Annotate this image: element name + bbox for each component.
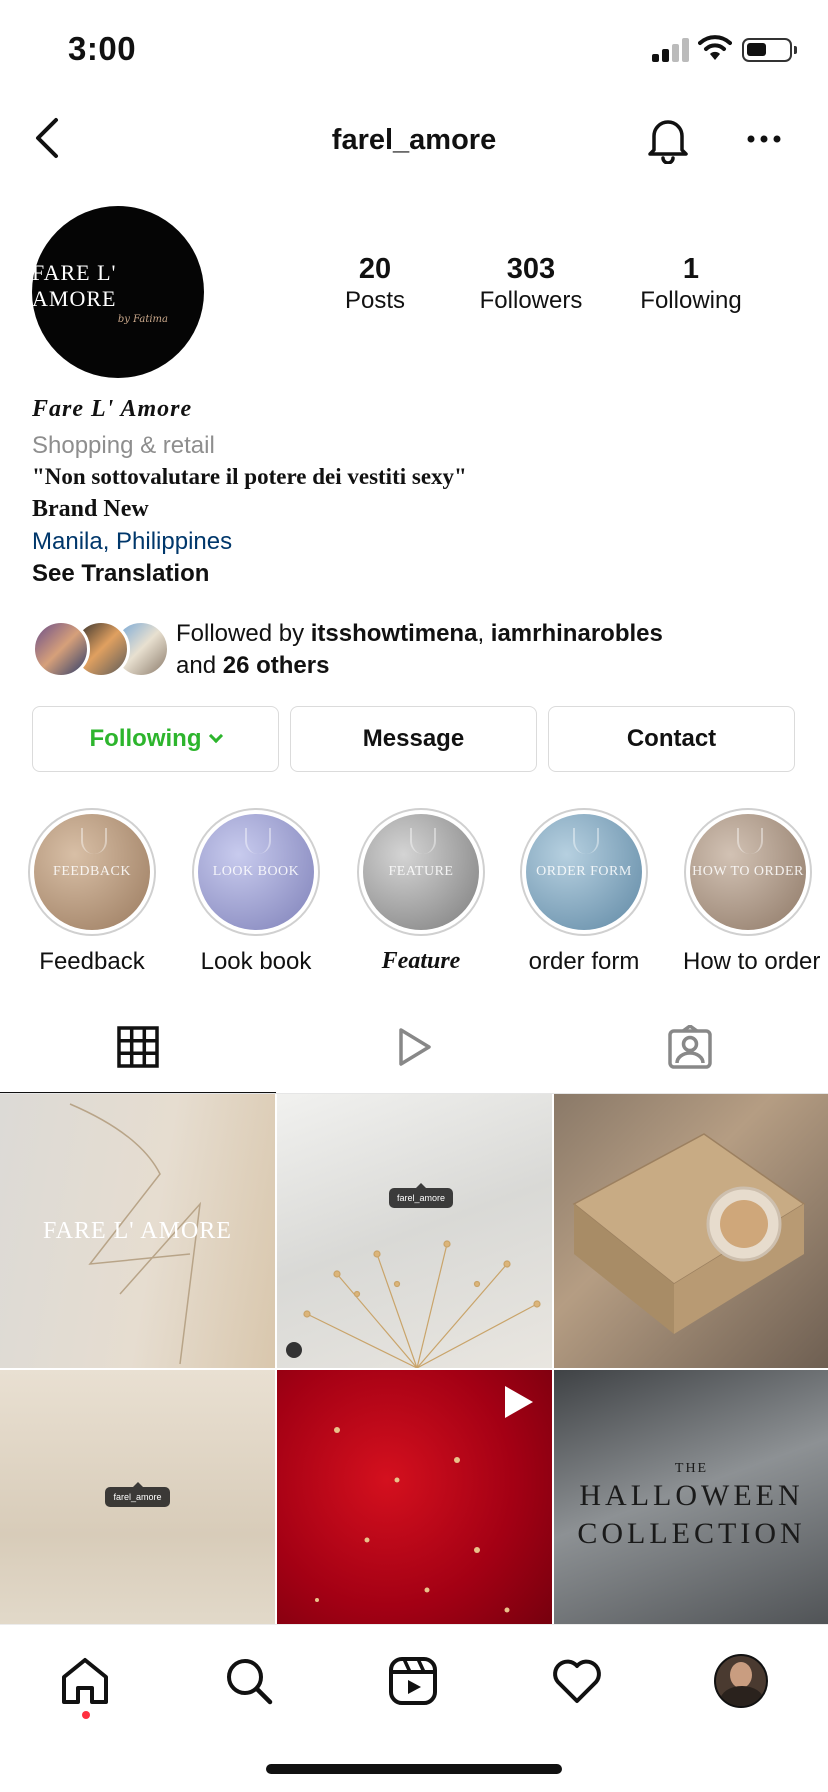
highlight-title: Feedback [39,948,145,975]
search-icon [227,1659,273,1705]
post-thumbnail[interactable] [554,1094,828,1368]
tab-reels[interactable] [276,1000,552,1094]
post-thumbnail[interactable]: THE HALLOWEEN COLLECTION [554,1370,828,1644]
cellular-signal-icon [652,38,692,62]
home-notification-dot [82,1711,90,1719]
highlight-ring: ORDER FORM [520,808,648,936]
tab-profile[interactable] [711,1651,771,1711]
bio-quote: "Non sottovalutare il potere dei vestiti… [32,464,467,489]
highlight-ring: FEEDBACK [28,808,156,936]
post-brand-text: FARE L' AMORE [43,1217,232,1244]
more-options-icon[interactable] [744,126,784,152]
reels-icon [389,1657,437,1705]
halloween-collection-text: THE HALLOWEEN COLLECTION [577,1461,805,1553]
followed-by-and: and [176,652,223,679]
tab-posts-grid[interactable] [0,1000,276,1094]
highlight-cover: HOW TO ORDER [690,814,806,930]
tab-reels-nav[interactable] [383,1651,443,1711]
highlight-cover: LOOK BOOK [198,814,314,930]
message-button[interactable]: Message [290,706,537,772]
highlight-title: Feature [381,948,461,974]
status-bar: 3:00 [0,0,828,100]
highlight-cover: FEEDBACK [34,814,150,930]
follower-avatar [32,620,90,678]
highlight-how-to-order[interactable]: HOW TO ORDER How to order [683,808,821,976]
home-icon [62,1658,108,1704]
highlight-cover: FEATURE [363,814,479,930]
avatar-signature: by Fatima [117,313,168,325]
followed-by-text: Followed by itsshowtimena, iamrhinaroble… [176,618,663,682]
tagged-user-label[interactable]: farel_amore [389,1183,454,1208]
profile-bio: Fare L' Amore Shopping & retail "Non sot… [32,396,812,592]
profile-content-tabs [0,1000,828,1094]
tab-home[interactable] [55,1651,115,1711]
highlight-look-book[interactable]: LOOK BOOK Look book [191,808,321,976]
halloween-the: THE [674,1461,709,1476]
highlight-title: How to order [683,948,821,975]
stat-followers-count: 303 [506,253,556,285]
profile-username: farel_amore [331,124,497,156]
profile-avatar[interactable]: FARE L' AMORE by Fatima [32,206,204,378]
stat-followers-label: Followers [479,287,583,314]
post-grid: FARE L' AMORE farel_amore farel_amore TH… [0,1094,828,1644]
followed-by-separator: , [477,620,491,647]
following-button[interactable]: Following [32,706,279,772]
wifi-icon [698,35,732,60]
followed-by-user2[interactable]: iamrhinarobles [491,620,663,647]
grid-icon [117,1026,159,1068]
profile-avatar-icon [714,1654,768,1708]
stat-following-label: Following [640,287,742,314]
notification-bell-icon[interactable] [644,114,692,164]
halloween-line2: COLLECTION [577,1517,806,1550]
post-thumbnail[interactable]: farel_amore [0,1370,275,1644]
see-translation-link[interactable]: See Translation [32,560,812,592]
dried-flowers-graphic [286,1240,541,1368]
bio-brand-line: Brand New [32,496,149,522]
halloween-line1: HALLOWEEN [579,1479,804,1512]
status-time: 3:00 [68,30,137,67]
tagged-person-icon [668,1025,712,1069]
stat-posts[interactable]: 20 Posts [300,252,450,316]
stat-posts-count: 20 [358,253,392,285]
highlight-ring: LOOK BOOK [192,808,320,936]
stat-following[interactable]: 1 Following [616,252,766,316]
highlight-cover: ORDER FORM [526,814,642,930]
tagged-user-label[interactable]: farel_amore [105,1482,170,1507]
home-indicator[interactable] [266,1764,562,1774]
reels-play-icon [399,1028,431,1066]
contact-button[interactable]: Contact [548,706,795,772]
highlight-ring: FEATURE [357,808,485,936]
box-and-candle-graphic [572,1133,806,1334]
followed-by-user1[interactable]: itsshowtimena [311,620,478,647]
stat-following-count: 1 [682,253,700,285]
profile-nav-bar: farel_amore [0,100,828,178]
post-thumbnail[interactable]: farel_amore [277,1094,552,1368]
tab-activity[interactable] [547,1651,607,1711]
tab-tagged[interactable] [552,1000,828,1094]
highlight-title: Look book [200,948,312,975]
video-play-icon [505,1386,533,1418]
profile-category: Shopping & retail [32,432,215,459]
stat-posts-label: Posts [344,287,406,314]
profile-stats: 20 Posts 303 Followers 1 Following [300,252,820,322]
profile-display-name: Fare L' Amore [32,396,193,422]
heart-icon [553,1659,601,1703]
battery-icon [742,38,797,62]
post-thumbnail[interactable]: FARE L' AMORE [0,1094,275,1368]
bio-location-link[interactable]: Manila, Philippines [32,528,812,560]
highlight-feedback[interactable]: FEEDBACK Feedback [27,808,157,976]
chevron-down-icon [209,728,224,744]
following-button-label: Following [89,725,202,752]
avatar-brand-text: FARE L' AMORE [32,259,117,311]
highlight-feature[interactable]: FEATURE Feature [356,808,486,975]
tab-search[interactable] [219,1651,279,1711]
stat-followers[interactable]: 303 Followers [456,252,606,316]
followed-by-row[interactable]: Followed by itsshowtimena, iamrhinaroble… [32,614,812,684]
post-thumbnail[interactable] [277,1370,552,1644]
highlight-ring: HOW TO ORDER [684,808,812,936]
followed-by-prefix: Followed by [176,620,311,647]
followed-by-others[interactable]: 26 others [223,652,330,679]
highlight-order-form[interactable]: ORDER FORM order form [519,808,649,976]
highlight-title: order form [528,948,640,975]
